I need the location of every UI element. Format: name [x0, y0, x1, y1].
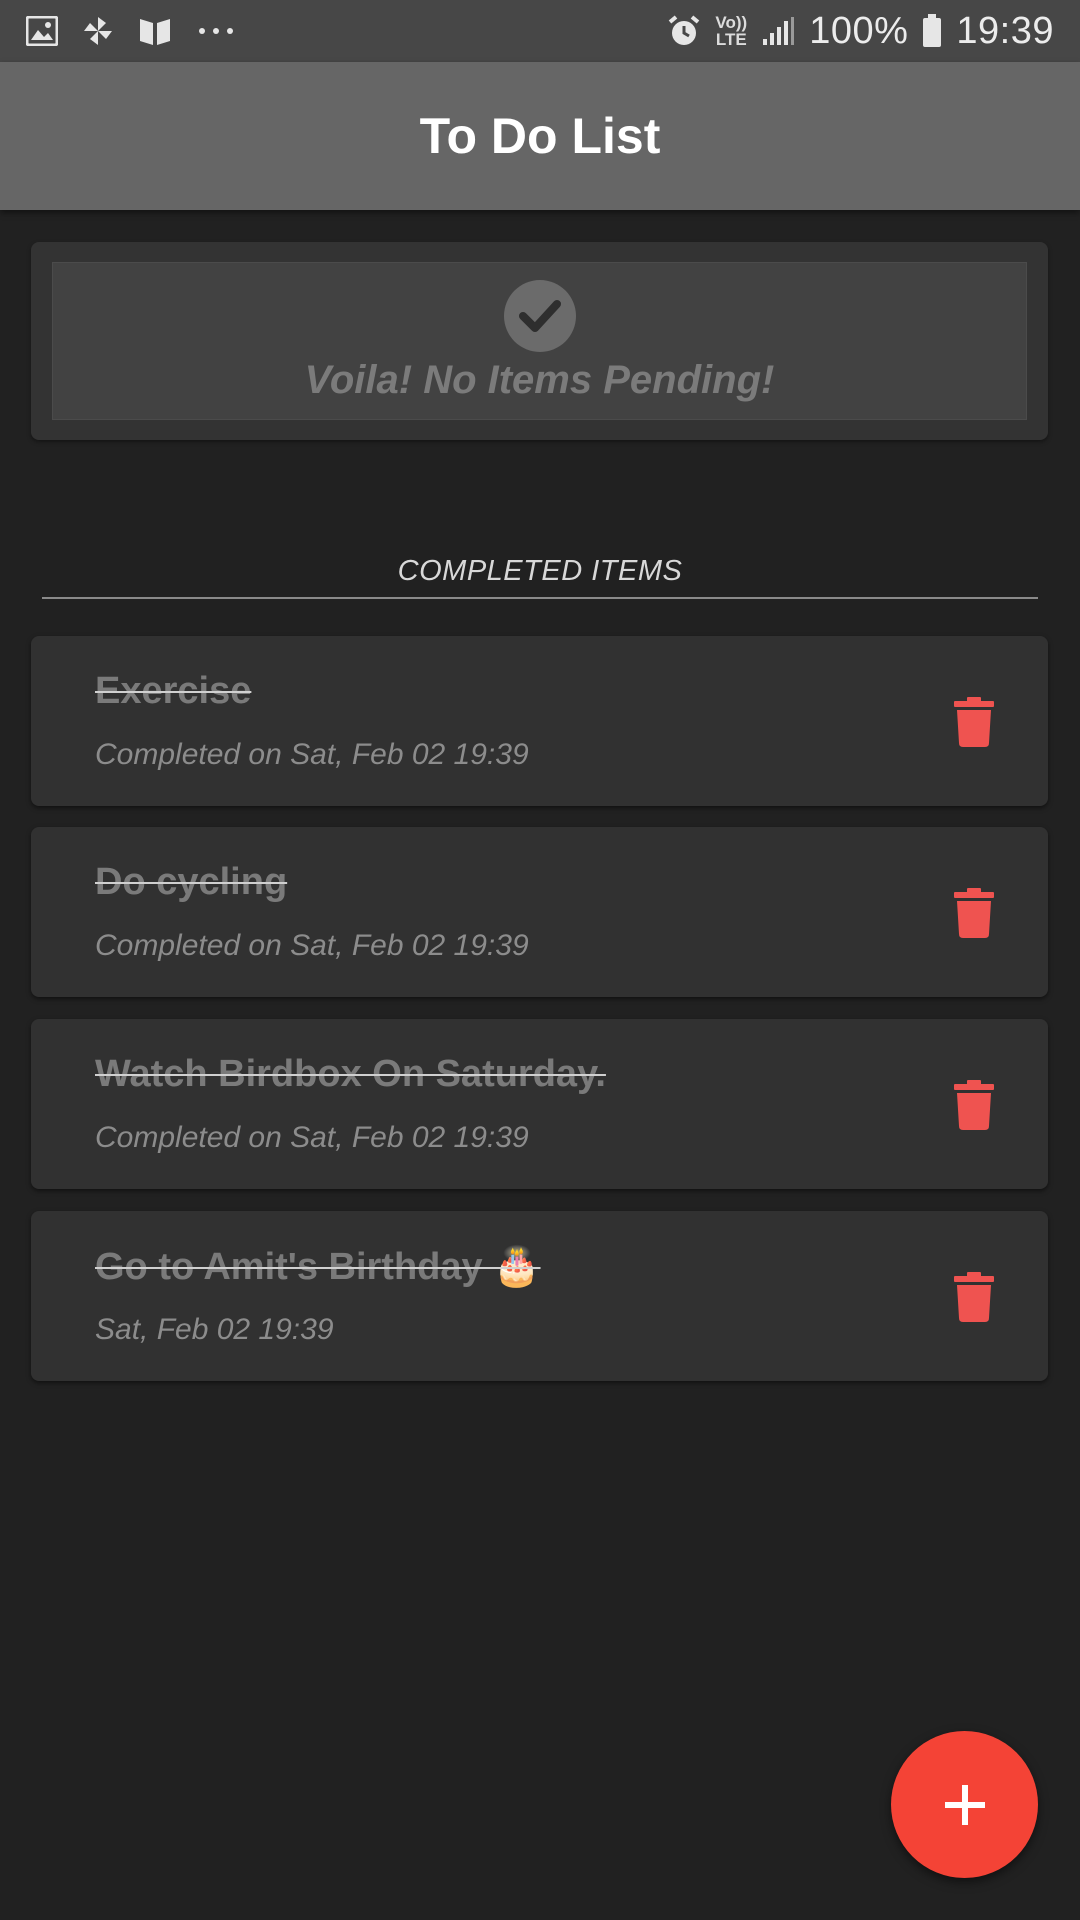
delete-button[interactable] [946, 1075, 1002, 1135]
delete-button[interactable] [946, 692, 1002, 752]
item-title: Do cycling [95, 861, 288, 903]
app-bar: To Do List [0, 62, 1080, 210]
delete-button[interactable] [946, 883, 1002, 943]
item-completed-date: Completed on Sat, Feb 02 19:39 [95, 929, 529, 962]
clock-time: 19:39 [956, 9, 1054, 52]
item-completed-date: Completed on Sat, Feb 02 19:39 [95, 738, 529, 771]
volte-indicator: Vo)) LTE [715, 14, 747, 48]
pinwheel-icon [82, 15, 114, 47]
section-title: COMPLETED ITEMS [397, 555, 683, 587]
completed-section-header: COMPLETED ITEMS [42, 555, 1038, 599]
list-item[interactable]: Go to Amit's Birthday 🎂 Sat, Feb 02 19:3… [31, 1211, 1048, 1381]
more-dots-icon [196, 26, 236, 36]
trash-icon [954, 1272, 994, 1322]
item-title: Go to Amit's Birthday 🎂 [95, 1246, 541, 1288]
book-icon [138, 15, 172, 47]
volte-label: Vo)) [715, 13, 748, 32]
trash-icon [954, 888, 994, 938]
item-title: Watch Birdbox On Saturday. [95, 1053, 606, 1095]
check-circle-icon [503, 279, 576, 352]
delete-button[interactable] [946, 1267, 1002, 1327]
battery-icon [922, 14, 942, 48]
battery-percent: 100% [809, 9, 909, 52]
empty-message: Voila! No Items Pending! [304, 357, 775, 402]
item-completed-date: Completed on Sat, Feb 02 19:39 [95, 1121, 529, 1154]
alarm-icon [667, 14, 701, 48]
list-item[interactable]: Watch Birdbox On Saturday. Completed on … [31, 1019, 1048, 1189]
status-left [26, 15, 236, 47]
app-title: To Do List [419, 108, 661, 164]
trash-icon [954, 697, 994, 747]
screen: Vo)) LTE 100% 19:39 To Do List Voila! No… [0, 0, 1080, 1920]
list-item[interactable]: Exercise Completed on Sat, Feb 02 19:39 [31, 636, 1048, 806]
lte-label: LTE [715, 30, 747, 49]
image-icon [26, 16, 58, 46]
status-right: Vo)) LTE 100% 19:39 [667, 10, 1054, 53]
item-date: Sat, Feb 02 19:39 [95, 1313, 334, 1346]
item-title: Exercise [95, 670, 252, 712]
pending-empty-state: Voila! No Items Pending! [52, 262, 1027, 420]
plus-icon [944, 1784, 985, 1825]
pending-items-card: Voila! No Items Pending! [31, 242, 1048, 440]
trash-icon [954, 1080, 994, 1130]
status-bar: Vo)) LTE 100% 19:39 [0, 0, 1080, 62]
add-item-button[interactable] [891, 1731, 1038, 1878]
signal-icon [761, 15, 795, 47]
list-item[interactable]: Do cycling Completed on Sat, Feb 02 19:3… [31, 827, 1048, 997]
